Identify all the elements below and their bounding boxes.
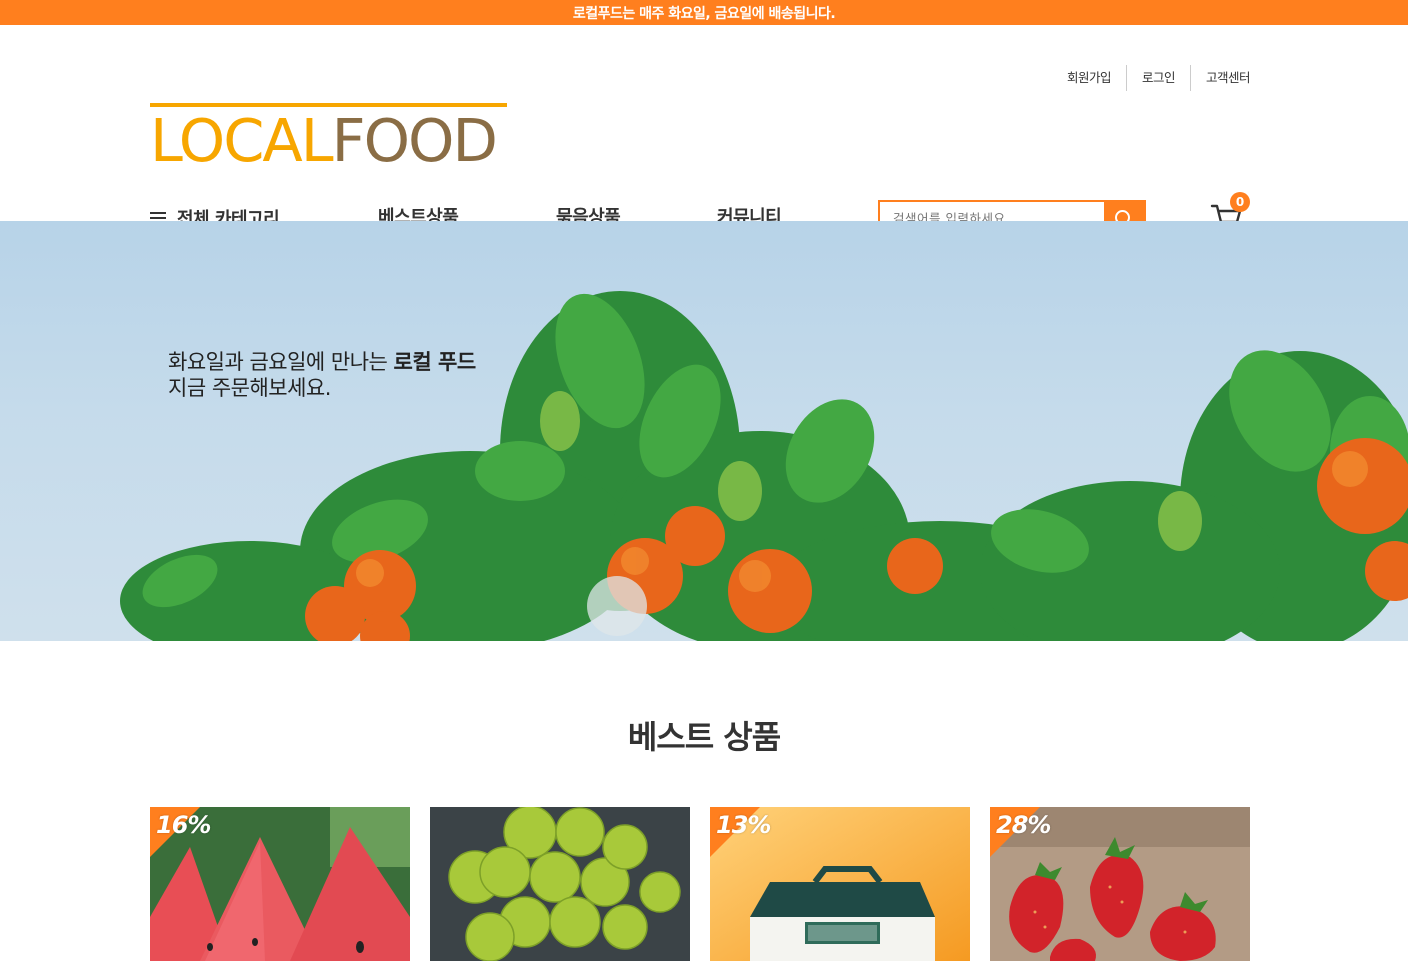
product-card-green-grapes[interactable] [430, 807, 690, 961]
logo-local: LOCAL [150, 106, 334, 175]
discount-badge: 13% [716, 811, 771, 839]
product-card-strawberries[interactable]: 28% [990, 807, 1250, 961]
logo-food: FOOD [331, 106, 498, 175]
logo-text: LOCALFOOD [150, 111, 498, 171]
top-notice-bar: 로컬푸드는 매주 화요일, 금요일에 배송됩니다. [0, 0, 1408, 25]
orange-tree-image [120, 291, 1408, 641]
best-products-title: 베스트 상품 [627, 718, 781, 756]
green-grapes-image [430, 807, 690, 961]
product-card-watermelon[interactable]: 16% [150, 807, 410, 961]
signup-link[interactable]: 회원가입 [1052, 65, 1126, 91]
discount-badge: 28% [996, 811, 1051, 839]
utility-nav: 회원가입 로그인 고객센터 [1052, 65, 1251, 91]
site-header: 회원가입 로그인 고객센터 LOCALFOOD 전체 카테고리 베스트상품 묶음… [0, 25, 1408, 237]
hero-copy: 화요일과 금요일에 만나는 로컬 푸드 지금 주문해보세요. [168, 349, 476, 401]
discount-badge: 16% [156, 811, 211, 839]
customer-center-link[interactable]: 고객센터 [1191, 65, 1251, 91]
login-link[interactable]: 로그인 [1127, 65, 1190, 91]
hero-line-2: 지금 주문해보세요. [168, 376, 331, 400]
hero-banner[interactable]: 화요일과 금요일에 만나는 로컬 푸드 지금 주문해보세요. [0, 221, 1408, 641]
site-logo[interactable]: LOCALFOOD [150, 103, 507, 171]
hero-line-1-bold: 로컬 푸드 [393, 350, 477, 374]
cart-count-badge: 0 [1230, 192, 1250, 212]
hero-line-1: 화요일과 금요일에 만나는 로컬 푸드 [168, 349, 476, 375]
delivery-notice: 로컬푸드는 매주 화요일, 금요일에 배송됩니다. [572, 5, 836, 22]
best-products-list: 16% 13% 28% [150, 807, 1250, 961]
product-card-gift-box[interactable]: 13% [710, 807, 970, 961]
hero-line-1-prefix: 화요일과 금요일에 만나는 [168, 350, 394, 374]
